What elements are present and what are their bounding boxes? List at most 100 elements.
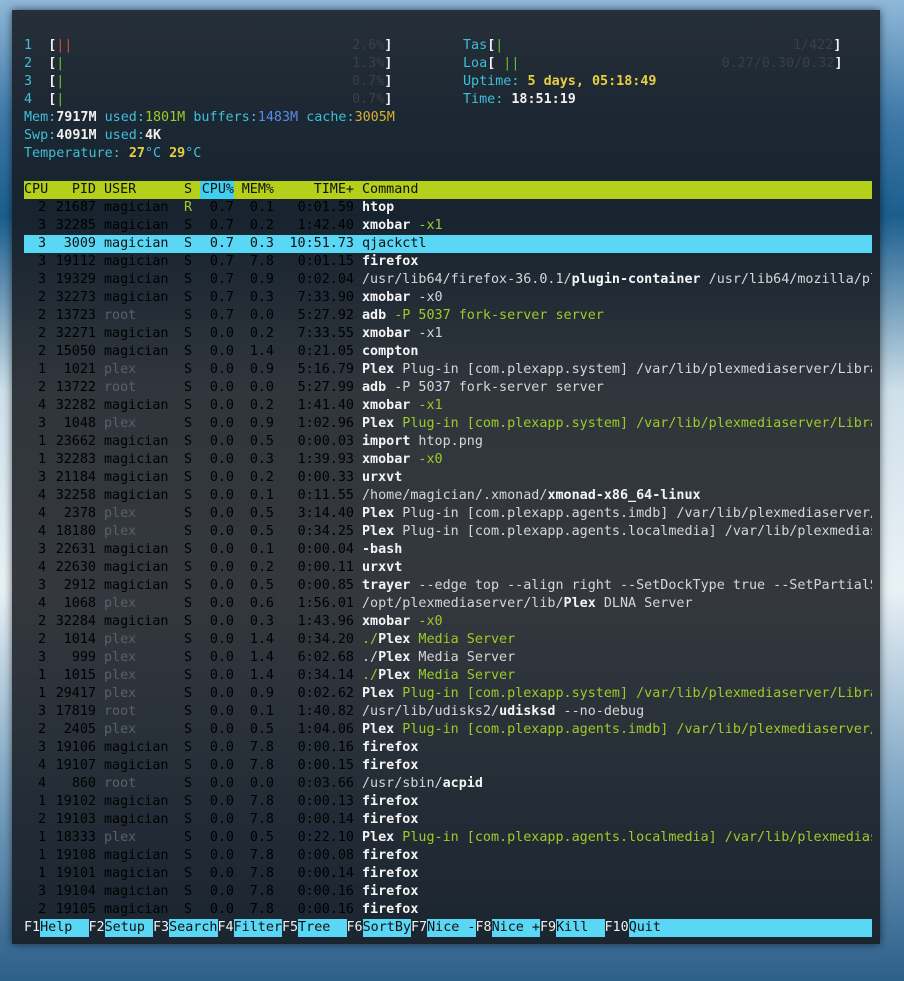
column-cpu-percent[interactable]: CPU% <box>200 181 234 199</box>
process-row[interactable]: 2 13723 root S 0.7 0.0 5:27.92 adb -P 5037 fork… <box>24 307 872 325</box>
process-row[interactable]: 4 22630 magician S 0.0 0.2 0:00.11 urxvt <box>24 559 872 577</box>
process-state: S <box>184 326 193 341</box>
cpu-bar-green: | <box>56 74 65 89</box>
process-row[interactable]: 1 1015 plex S 0.0 1.4 0:34.14 ./Plex Media Serv… <box>24 667 872 685</box>
process-row[interactable]: 3 21184 magician S 0.0 0.2 0:00.33 urxvt <box>24 469 872 487</box>
process-row[interactable]: 3 19112 magician S 0.7 7.8 0:01.15 firefox <box>24 253 872 271</box>
process-state: S <box>184 794 193 809</box>
process-cpu: 3 <box>37 236 46 251</box>
process-row[interactable]: 4 2378 plex S 0.0 0.5 3:14.40 Plex Plug-in [com… <box>24 505 872 523</box>
function-key-label[interactable]: Setup <box>104 919 153 937</box>
process-row[interactable]: 2 13722 root S 0.0 0.0 5:27.99 adb -P 5037 fork… <box>24 379 872 397</box>
process-cpu: 2 <box>37 632 46 647</box>
process-row[interactable]: 3 999 plex S 0.0 1.4 6:02.68 ./Plex Media Serve… <box>24 649 872 667</box>
process-table-header[interactable]: CPU PID USER S CPU% MEM% TIME+ Command <box>24 181 872 199</box>
column-pid[interactable]: PID <box>50 181 96 199</box>
process-cpu-percent: 0.0 <box>209 362 234 377</box>
process-cpu: 1 <box>37 848 46 863</box>
process-row[interactable]: 4 19107 magician S 0.0 7.8 0:00.15 firefox <box>24 757 872 775</box>
process-row[interactable]: 4 32282 magician S 0.0 0.2 1:41.40 xmobar -x1 <box>24 397 872 415</box>
function-key-label[interactable]: Tree <box>298 919 347 937</box>
function-key-label[interactable]: Help <box>40 919 89 937</box>
terminal-window[interactable]: 1 [|| 2.6%] 2 [| 1.3%] 3 [| 0.7%] 4 [| 0.7%]… <box>12 10 880 944</box>
process-state: S <box>184 722 193 737</box>
function-key-label[interactable]: Search <box>169 919 218 937</box>
process-row[interactable]: 3 1048 plex S 0.0 0.9 1:02.96 Plex Plug-in [com… <box>24 415 872 433</box>
process-user: magician <box>104 254 169 269</box>
process-row[interactable]: 1 29417 plex S 0.0 0.9 0:02.62 Plex Plug-in [co… <box>24 685 872 703</box>
process-command: qjackctl <box>354 235 872 253</box>
process-row[interactable]: 2 1014 plex S 0.0 1.4 0:34.20 ./Plex Media Serv… <box>24 631 872 649</box>
process-mem-percent: 0.3 <box>249 290 274 305</box>
process-user: magician <box>104 758 169 773</box>
cpu-meter-2: 2 [| 1.3%] <box>24 56 393 71</box>
process-row[interactable]: 4 32258 magician S 0.0 0.1 0:11.55/home/magici… <box>24 487 872 505</box>
process-row[interactable]: 4 1068 plex S 0.0 0.6 1:56.01/opt/plexmediaser… <box>24 595 872 613</box>
process-row[interactable]: 1 19101 magician S 0.0 7.8 0:00.14 firefox <box>24 865 872 883</box>
process-row[interactable]: 1 19102 magician S 0.0 7.8 0:00.13 firefox <box>24 793 872 811</box>
process-mem-percent: 0.0 <box>249 380 274 395</box>
process-mem-percent: 0.3 <box>249 614 274 629</box>
column-cpu[interactable]: CPU <box>24 181 50 199</box>
process-row[interactable]: 2 15050 magician S 0.0 1.4 0:21.05 compton <box>24 343 872 361</box>
process-row[interactable]: 1 19108 magician S 0.0 7.8 0:00.08 firefox <box>24 847 872 865</box>
process-row[interactable]: 2 21687 magician R 0.7 0.1 0:01.59 htop <box>24 199 872 217</box>
process-row[interactable]: 4 18180 plex S 0.0 0.5 0:34.25 Plex Plug-in [co… <box>24 523 872 541</box>
process-row[interactable]: 3 19104 magician S 0.0 7.8 0:00.16 firefox <box>24 883 872 901</box>
process-row[interactable]: 3 17819 root S 0.0 0.1 1:40.82/usr/lib/udisks2… <box>24 703 872 721</box>
process-row[interactable]: 2 19105 magician S 0.0 7.8 0:00.16 firefox <box>24 901 872 919</box>
process-row[interactable]: 1 32283 magician S 0.0 0.3 1:39.93 xmobar -x0 <box>24 451 872 469</box>
process-row[interactable]: 2 2405 plex S 0.0 0.5 1:04.06 Plex Plug-in [com… <box>24 721 872 739</box>
process-cpu-percent: 0.0 <box>209 416 234 431</box>
process-cpu: 2 <box>37 722 46 737</box>
column-mem-percent[interactable]: MEM% <box>234 181 274 199</box>
process-row[interactable]: 2 32284 magician S 0.0 0.3 1:43.96 xmobar -x0 <box>24 613 872 631</box>
function-key-label[interactable]: Nice + <box>491 919 540 937</box>
process-user: magician <box>104 542 169 557</box>
column-time[interactable]: TIME+ <box>274 181 354 199</box>
process-row[interactable]: 2 19103 magician S 0.0 7.8 0:00.14 firefox <box>24 811 872 829</box>
process-row[interactable]: 3 2912 magician S 0.0 0.5 0:00.85 trayer --edge… <box>24 577 872 595</box>
process-row[interactable]: 3 32285 magician S 0.7 0.2 1:42.40 xmobar -x1 <box>24 217 872 235</box>
process-row[interactable]: 2 32271 magician S 0.0 0.2 7:33.55 xmobar -x1 <box>24 325 872 343</box>
command-segment: Plug-in [com.plexapp.system] /var/lib/pl… <box>394 686 872 701</box>
function-key-label[interactable]: Filter <box>233 919 282 937</box>
function-key-label[interactable]: SortBy <box>362 919 411 937</box>
process-command: /usr/sbin/acpid <box>354 775 872 793</box>
load-label: Loa <box>463 56 488 71</box>
process-cpu-percent: 0.7 <box>209 254 234 269</box>
process-row[interactable]: 1 18333 plex S 0.0 0.5 0:22.10 Plex Plug-in [co… <box>24 829 872 847</box>
process-cpu-percent: 0.0 <box>209 794 234 809</box>
process-list[interactable]: CPU PID USER S CPU% MEM% TIME+ Command 2… <box>24 181 872 919</box>
column-state[interactable]: S <box>184 181 200 199</box>
command-segment: trayer <box>362 578 411 593</box>
cpu-meter-value: 2.6% <box>352 38 385 53</box>
function-key-label[interactable]: Kill <box>556 919 605 937</box>
process-user: magician <box>104 452 169 467</box>
process-state: S <box>184 848 193 863</box>
process-cpu: 3 <box>37 578 46 593</box>
process-cpu-percent: 0.0 <box>209 434 234 449</box>
command-segment: /home/magician/.xmonad/ <box>362 488 548 503</box>
process-row[interactable]: 1 23662 magician S 0.0 0.5 0:00.03 import htop.… <box>24 433 872 451</box>
process-command: adb -P 5037 fork-server server <box>354 379 872 397</box>
process-state: S <box>184 596 193 611</box>
process-row[interactable]: 2 32273 magician S 0.7 0.3 7:33.90 xmobar -x0 <box>24 289 872 307</box>
process-pid: 19102 <box>55 794 96 809</box>
process-row[interactable]: 3 19106 magician S 0.0 7.8 0:00.16 firefox <box>24 739 872 757</box>
function-key-label[interactable]: Quit <box>628 919 678 937</box>
process-row[interactable]: 3 3009 magician S 0.7 0.3 10:51.73 qjackctl <box>24 235 872 253</box>
process-row[interactable]: 4 860 root S 0.0 0.0 0:03.66/usr/sbin/acpid <box>24 775 872 793</box>
process-mem-percent: 0.6 <box>249 596 274 611</box>
process-time: 10:51.73 <box>289 236 355 251</box>
process-row[interactable]: 3 19329 magician S 0.7 0.9 0:02.04/usr/lib64/f… <box>24 271 872 289</box>
process-command: firefox <box>354 793 872 811</box>
process-row[interactable]: 1 1021 plex S 0.0 0.9 5:16.79 Plex Plug-in [com… <box>24 361 872 379</box>
process-row[interactable]: 3 22631 magician S 0.0 0.1 0:00.04 -bash <box>24 541 872 559</box>
column-user[interactable]: USER <box>96 181 184 199</box>
column-command[interactable]: Command <box>354 181 872 199</box>
process-command: htop <box>354 199 872 217</box>
command-segment: Plex <box>362 830 395 845</box>
process-cpu-percent: 0.0 <box>209 488 234 503</box>
function-key-label[interactable]: Nice - <box>427 919 476 937</box>
